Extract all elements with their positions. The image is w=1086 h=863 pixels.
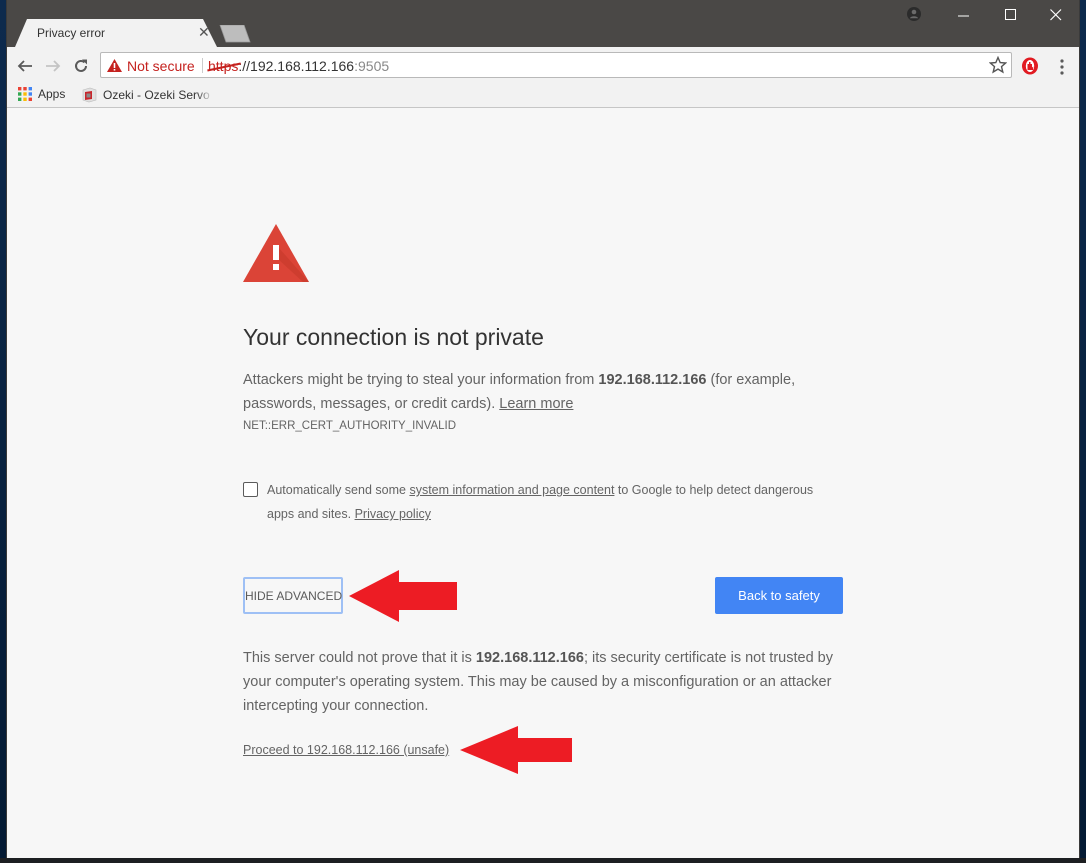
details-paragraph: This server could not prove that it is 1… (243, 646, 843, 718)
apps-grid-icon (18, 87, 32, 101)
url-scheme: https (208, 58, 239, 74)
title-bar: Privacy error ✕ (7, 0, 1079, 47)
back-to-safety-button[interactable]: Back to safety (715, 577, 843, 614)
page-headline: Your connection is not private (243, 324, 544, 350)
report-checkbox[interactable] (243, 482, 258, 497)
tab-close-icon[interactable]: ✕ (198, 24, 210, 41)
privacy-policy-link[interactable]: Privacy policy (355, 507, 431, 521)
desktop-background-right (1080, 0, 1086, 863)
intro-text: Attackers might be trying to steal your … (243, 372, 599, 388)
annotation-arrow-hide-advanced (349, 570, 457, 622)
close-window-button[interactable] (1034, 4, 1078, 26)
error-code: NET::ERR_CERT_AUTHORITY_INVALID (243, 420, 457, 432)
forward-button[interactable] (42, 55, 64, 77)
intro-host: 192.168.112.166 (598, 372, 707, 388)
reload-icon (75, 59, 87, 72)
bookmark-ozeki[interactable]: Ozeki - Ozeki Servo M (81, 87, 213, 103)
address-bar[interactable]: Not secure https://192.168.112.166:9505 (100, 52, 1012, 78)
interstitial-page: Your connection is not private Attackers… (7, 108, 1079, 858)
not-secure-warning-icon[interactable] (107, 59, 122, 72)
browser-toolbar: Not secure https://192.168.112.166:9505 (7, 47, 1079, 84)
report-label: Automatically send some system informati… (267, 478, 827, 526)
profile-icon[interactable] (907, 7, 921, 21)
new-tab-button[interactable] (216, 25, 252, 43)
minimize-icon (958, 15, 969, 17)
details-text: This server could not prove that it is (243, 650, 476, 666)
ozeki-favicon (82, 87, 97, 103)
intro-paragraph: Attackers might be trying to steal your … (243, 368, 843, 416)
report-text: Automatically send some (267, 483, 410, 497)
tab-privacy-error[interactable]: Privacy error ✕ (15, 19, 217, 47)
url-separator: :// (238, 58, 251, 74)
learn-more-link[interactable]: Learn more (499, 396, 573, 412)
browser-window: Privacy error ✕ Not secure https://192.1… (6, 0, 1080, 858)
url-port: :9505 (354, 58, 390, 74)
bookmarks-bar: Apps Ozeki - Ozeki Servo M (7, 84, 1079, 108)
url-host: 192.168.112.166 (250, 58, 355, 74)
url-text[interactable]: https://192.168.112.166:9505 (208, 58, 389, 74)
reload-button[interactable] (70, 55, 92, 77)
hide-advanced-button[interactable]: HIDE ADVANCED (243, 577, 343, 614)
maximize-button[interactable] (989, 4, 1033, 26)
minimize-button[interactable] (942, 4, 986, 26)
bookmark-star-icon[interactable] (989, 56, 1007, 74)
annotation-arrow-proceed (460, 726, 572, 774)
back-arrow-icon (17, 60, 32, 72)
chrome-menu-icon[interactable] (1054, 58, 1070, 76)
warning-triangle-icon (243, 224, 309, 282)
bookmark-apps[interactable]: Apps (18, 87, 65, 101)
bookmark-ozeki-label: Ozeki - Ozeki Servo M (103, 88, 213, 102)
details-host: 192.168.112.166 (475, 650, 584, 666)
security-label[interactable]: Not secure (127, 58, 195, 74)
maximize-icon (1005, 9, 1016, 20)
bookmark-apps-label: Apps (38, 87, 66, 101)
omnibox-separator (202, 58, 203, 73)
forward-arrow-icon (46, 60, 61, 72)
taskbar (0, 858, 1086, 863)
close-icon (1050, 9, 1062, 21)
back-button[interactable] (14, 55, 36, 77)
system-info-link[interactable]: system information and page content (409, 483, 614, 497)
proceed-unsafe-link[interactable]: Proceed to 192.168.112.166 (unsafe) (243, 743, 449, 757)
red-hand-blocker-icon[interactable] (1021, 57, 1039, 75)
tab-title: Privacy error (37, 26, 106, 40)
